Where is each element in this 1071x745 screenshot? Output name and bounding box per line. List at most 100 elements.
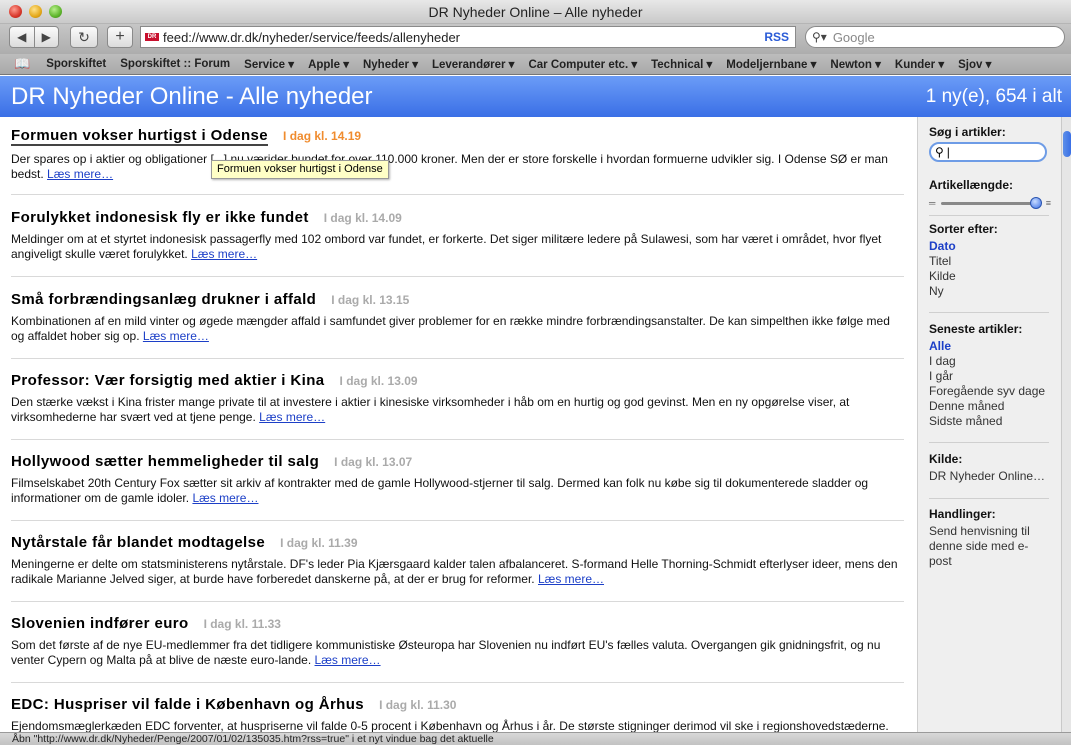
article-date: I dag kl. 14.19 [283,129,362,143]
search-heading: Søg i artikler: [929,125,1006,139]
search-placeholder: Google [832,29,875,45]
article-date: I dag kl. 14.09 [323,211,402,225]
sort-option-date[interactable]: Dato [929,239,1051,254]
actions-heading: Handlinger: [929,507,996,521]
article-body: Der spares op i aktier og obligationer [… [11,152,888,181]
bookmark-item[interactable]: Service ▾ [244,57,294,71]
actions-section: Handlinger: Send henvisning til denne si… [929,507,1051,569]
read-more-link[interactable]: Læs mere… [538,572,604,586]
article-title[interactable]: Professor: Vær forsigtig med aktier i Ki… [11,372,325,389]
bookmark-item[interactable]: Nyheder ▾ [363,57,418,71]
recent-option-today[interactable]: I dag [929,354,1051,369]
article-date: I dag kl. 13.07 [334,455,413,469]
bookmark-item[interactable]: Apple ▾ [308,57,349,71]
article-search-input[interactable]: ⚲ | [929,142,1047,162]
article-divider [11,358,904,359]
sidebar-divider [929,498,1049,499]
article-item: Slovenien indfører euro I dag kl. 11.33 … [11,615,904,668]
sort-heading: Sorter efter: [929,222,998,236]
article-title[interactable]: Nytårstale får blandet modtagelse [11,534,265,551]
article-title[interactable]: Formuen vokser hurtigst i Odense [11,127,269,146]
sort-section: Sorter efter: Dato Titel Kilde Ny [929,222,1051,299]
article-title[interactable]: Hollywood sætter hemmeligheder til salg [11,453,319,470]
article-title[interactable]: Små forbrændingsanlæg drukner i affald [11,291,316,308]
rss-button[interactable]: RSS [764,30,789,44]
article-divider [11,276,904,277]
feed-title: DR Nyheder Online - Alle nyheder [11,83,373,110]
article-title[interactable]: EDC: Huspriser vil falde i København og … [11,696,364,713]
site-favicon-icon: DR [145,33,159,41]
browser-toolbar: ◀ ▶ ↻ + DR feed://www.dr.dk/nyheder/serv… [0,24,1071,54]
article-item: Nytårstale får blandet modtagelse I dag … [11,534,904,587]
article-item: Hollywood sætter hemmeligheder til salg … [11,453,904,506]
article-body: Meningerne er delte om statsministerens … [11,557,898,586]
send-link-action[interactable]: Send henvisning til denne side med e-pos… [929,524,1051,569]
bookmarks-bar: 📖 Sporskiftet Sporskiftet :: Forum Servi… [0,54,1071,75]
slider-track[interactable] [941,196,1042,209]
read-more-link[interactable]: Læs mere… [47,167,113,181]
forward-arrow-icon[interactable]: ▶ [34,30,58,44]
article-title[interactable]: Slovenien indfører euro [11,615,189,632]
sort-option-new[interactable]: Ny [929,284,1051,299]
search-icon: ⚲ [935,145,944,159]
read-more-link[interactable]: Læs mere… [191,247,257,261]
article-list: Formuen vokser hurtigst i Odense I dag k… [0,117,917,732]
back-arrow-icon[interactable]: ◀ [10,30,34,44]
search-field[interactable]: ⚲▾ Google [805,26,1065,48]
reload-icon[interactable]: ↻ [70,26,98,48]
status-bar: Åbn "http://www.dr.dk/Nyheder/Penge/2007… [0,732,1071,745]
length-section: Artikellængde: ═ ≡ [929,178,1051,211]
bookmark-item[interactable]: Sporskiftet [46,58,106,70]
bookmark-item[interactable]: Kunder ▾ [895,57,944,71]
recent-option-last-month[interactable]: Sidste måned [929,414,1051,429]
read-more-link[interactable]: Læs mere… [143,329,209,343]
source-value[interactable]: DR Nyheder Online… [929,469,1051,484]
vertical-scrollbar[interactable] [1061,117,1071,732]
sidebar-divider [929,312,1049,313]
window-title: DR Nyheder Online – Alle nyheder [428,4,643,20]
read-more-link[interactable]: Læs mere… [192,491,258,505]
bookmark-item[interactable]: Sjov ▾ [958,57,991,71]
bookmark-item[interactable]: Technical ▾ [651,57,712,71]
bookmark-item[interactable]: Modeljernbane ▾ [726,57,816,71]
article-body: Meldinger om at et styrtet indonesisk pa… [11,232,882,261]
recent-section: Seneste artikler: Alle I dag I går Foreg… [929,322,1051,429]
address-bar[interactable]: DR feed://www.dr.dk/nyheder/service/feed… [140,26,796,48]
scrollbar-thumb[interactable] [1063,131,1071,157]
sidebar-divider [929,442,1049,443]
link-tooltip: Formuen vokser hurtigst i Odense [211,160,389,179]
article-body: Den stærke vækst i Kina frister mange pr… [11,395,850,424]
read-more-link[interactable]: Læs mere… [259,410,325,424]
search-icon[interactable]: ⚲▾ [812,30,827,44]
article-title[interactable]: Forulykket indonesisk fly er ikke fundet [11,209,309,226]
bookmark-item[interactable]: Newton ▾ [830,57,881,71]
article-count: 1 ny(e), 654 i alt [925,86,1062,107]
back-forward-buttons: ◀ ▶ [9,26,59,48]
bookmarks-book-icon[interactable]: 📖 [14,56,30,72]
recent-option-month[interactable]: Denne måned [929,399,1051,414]
source-section: Kilde: DR Nyheder Online… [929,452,1051,484]
source-heading: Kilde: [929,452,963,466]
article-divider [11,682,904,683]
article-length-slider[interactable]: ═ ≡ [929,195,1051,211]
sort-option-source[interactable]: Kilde [929,269,1051,284]
sidebar-divider [929,215,1049,216]
article-divider [11,520,904,521]
bookmark-item[interactable]: Leverandører ▾ [432,57,514,71]
address-url[interactable]: feed://www.dr.dk/nyheder/service/feeds/a… [163,30,764,45]
recent-heading: Seneste artikler: [929,322,1023,336]
recent-option-all[interactable]: Alle [929,339,1051,354]
sort-option-title[interactable]: Titel [929,254,1051,269]
recent-option-yesterday[interactable]: I går [929,369,1051,384]
add-bookmark-icon[interactable]: + [107,26,133,48]
article-date: I dag kl. 13.15 [331,293,410,307]
article-body: Filmselskabet 20th Century Fox sætter si… [11,476,869,505]
bookmark-item[interactable]: Sporskiftet :: Forum [120,58,230,70]
article-item: EDC: Huspriser vil falde i København og … [11,696,904,732]
read-more-link[interactable]: Læs mere… [315,653,381,667]
recent-option-week[interactable]: Foregående syv dage [929,384,1051,399]
article-item: Små forbrændingsanlæg drukner i affald I… [11,291,904,344]
bookmark-item[interactable]: Car Computer etc. ▾ [528,57,637,71]
feed-banner: DR Nyheder Online - Alle nyheder 1 ny(e)… [0,76,1071,117]
slider-knob[interactable] [1029,196,1042,209]
